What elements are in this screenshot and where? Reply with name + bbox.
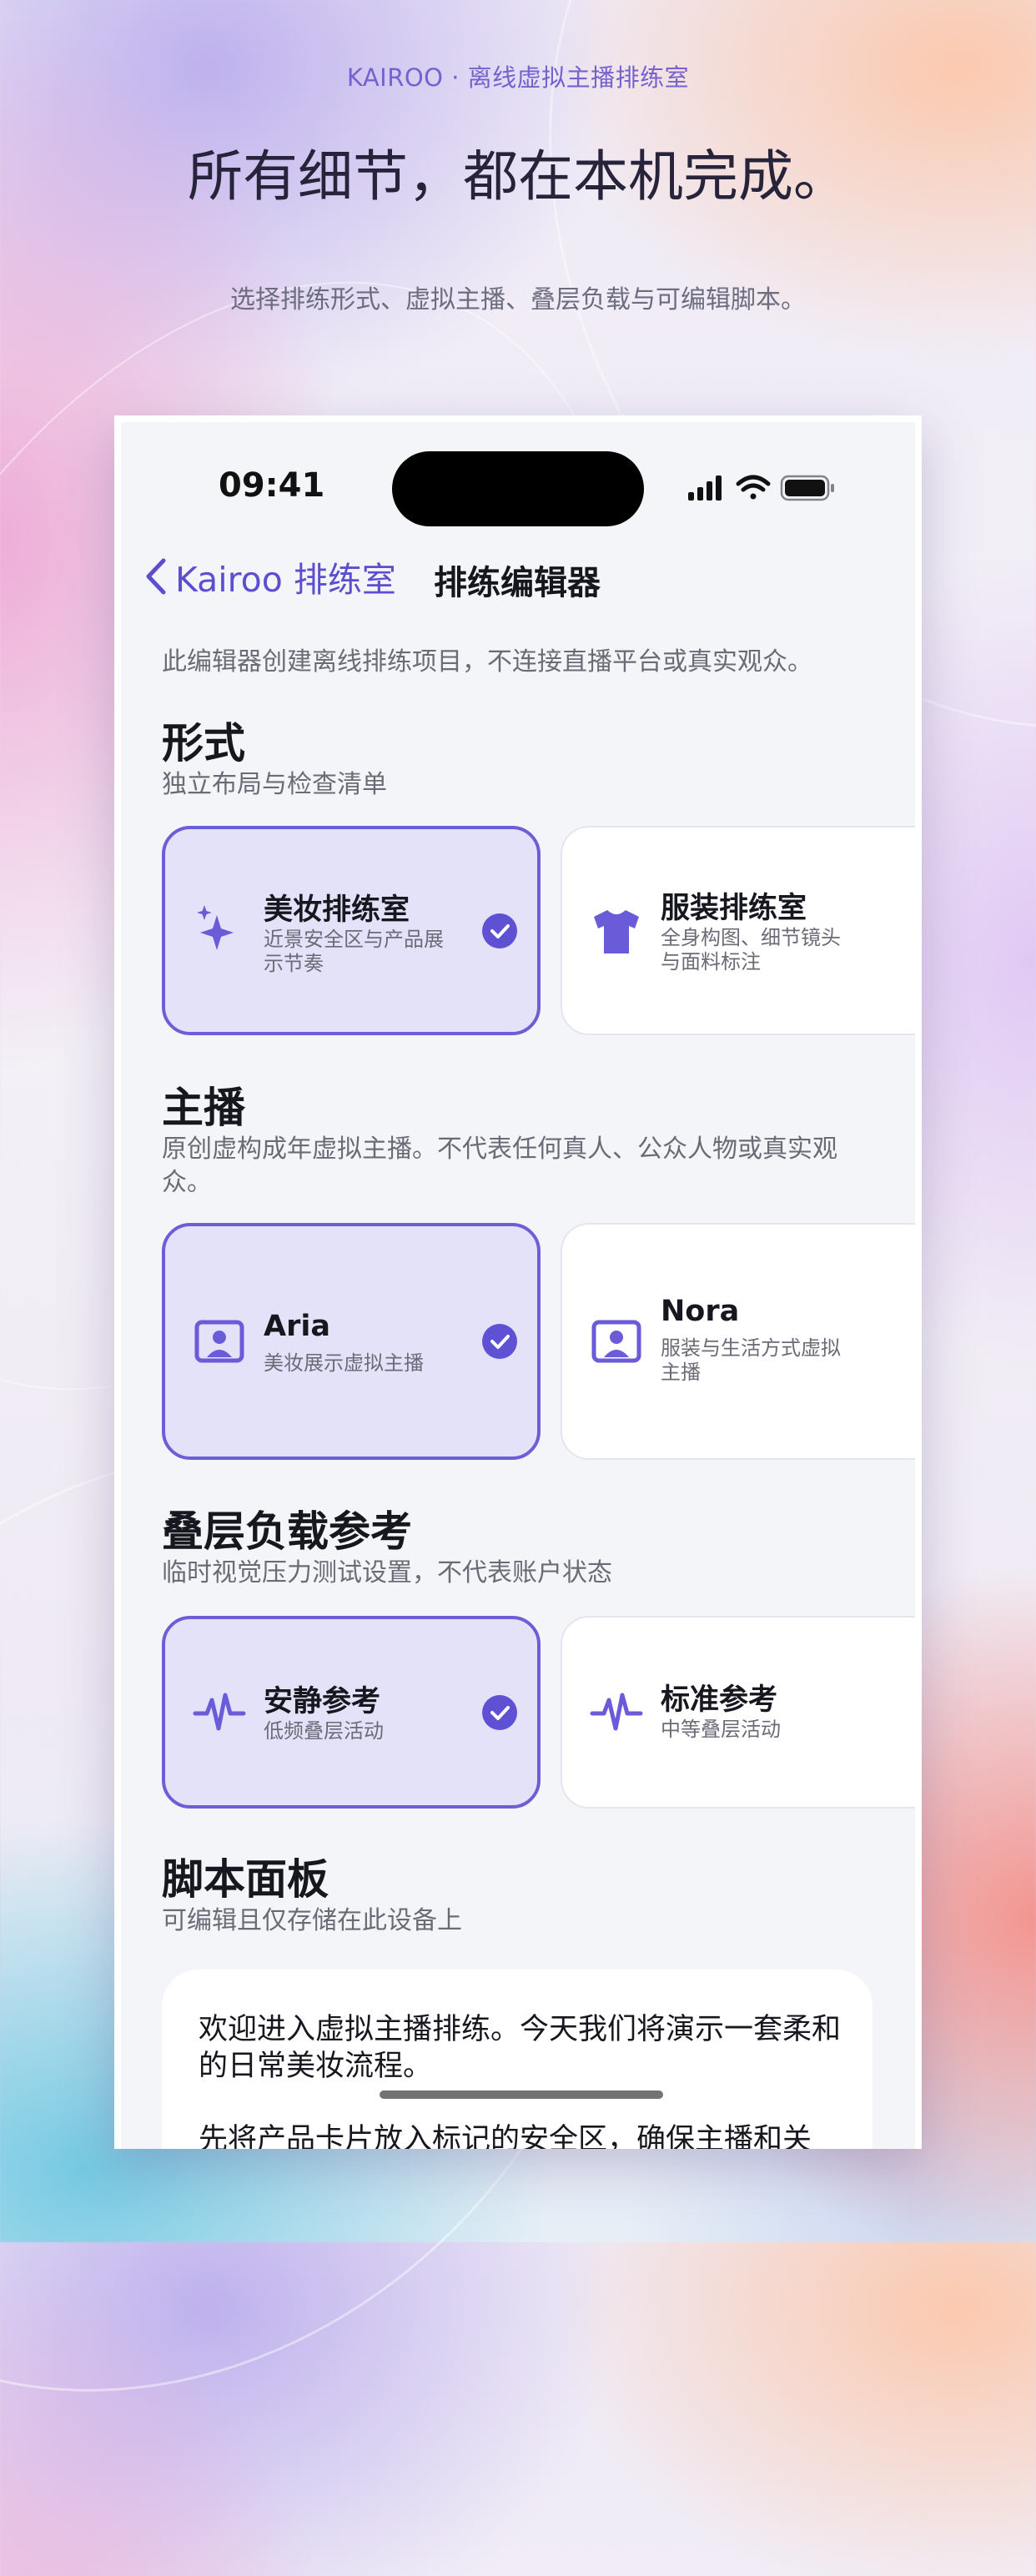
check-icon <box>482 1694 517 1730</box>
waveform-icon <box>193 1693 246 1730</box>
editor-note: 此编辑器创建离线排练项目，不连接直播平台或真实观众。 <box>162 647 812 677</box>
dynamic-island <box>392 451 644 526</box>
format-option-beauty[interactable]: 美妆排练室 近景安全区与产品展示节奏 <box>162 826 541 1035</box>
check-icon <box>482 1324 517 1359</box>
host-option-aria[interactable]: Aria 美妆展示虚拟主播 <box>162 1223 541 1460</box>
option-title: 美妆排练室 <box>264 893 410 927</box>
script-text[interactable]: 欢迎进入虚拟主播排练。今天我们将演示一套柔和的日常美妆流程。 先将产品卡片放入标… <box>199 2011 841 2149</box>
battery-icon <box>780 475 834 501</box>
overlay-option-quiet[interactable]: 安静参考 低频叠层活动 <box>162 1616 541 1809</box>
section-title-format: 形式 <box>162 719 245 767</box>
app-screen: 09:41 Kairoo 排练室 排练编辑器 此编辑器创建离线排练项目，不连接直… <box>121 422 915 2149</box>
hero-title: 所有细节，都在本机完成。 <box>188 144 848 209</box>
option-title: Aria <box>264 1310 330 1343</box>
option-title: 安静参考 <box>264 1685 381 1718</box>
sparkles-icon <box>197 904 234 950</box>
hero-brand: KAIROO · 离线虚拟主播排练室 <box>346 63 690 92</box>
section-title-overlay: 叠层负载参考 <box>162 1507 412 1556</box>
script-paragraph: 欢迎进入虚拟主播排练。今天我们将演示一套柔和的日常美妆流程。 <box>199 2013 842 2083</box>
status-icons <box>688 472 855 506</box>
portrait-icon <box>591 1320 641 1363</box>
option-desc: 美妆展示虚拟主播 <box>264 1351 424 1375</box>
overlay-option-standard[interactable]: 标准参考 中等叠层活动 <box>561 1616 915 1809</box>
check-icon <box>482 913 517 948</box>
nav-title: 排练编辑器 <box>434 564 601 602</box>
script-paragraph: 先将产品卡片放入标记的安全区，确保主播和关 <box>199 2123 812 2149</box>
host-option-nora[interactable]: Nora 服装与生活方式虚拟主播 <box>561 1223 915 1460</box>
hero-subtitle: 选择排练形式、虚拟主播、叠层负载与可编辑脚本。 <box>230 285 806 314</box>
option-desc: 中等叠层活动 <box>661 1718 781 1741</box>
option-desc: 全身构图、细节镜头与面料标注 <box>661 926 841 974</box>
waveform-icon <box>590 1693 643 1730</box>
format-option-apparel[interactable]: 服装排练室 全身构图、细节镜头与面料标注 <box>561 826 915 1035</box>
section-subtitle-format: 独立布局与检查清单 <box>162 770 387 799</box>
phone-frame: 09:41 Kairoo 排练室 排练编辑器 此编辑器创建离线排练项目，不连接直… <box>114 415 922 2149</box>
tshirt-icon <box>594 909 639 953</box>
back-button-label: Kairoo 排练室 <box>175 560 396 600</box>
option-desc: 低频叠层活动 <box>264 1719 384 1743</box>
section-title-script: 脚本面板 <box>162 1855 329 1904</box>
option-desc: 服装与生活方式虚拟主播 <box>661 1336 841 1384</box>
script-editor[interactable]: 欢迎进入虚拟主播排练。今天我们将演示一套柔和的日常美妆流程。 先将产品卡片放入标… <box>162 1970 873 2149</box>
section-subtitle-host: 原创虚构成年虚拟主播。不代表任何真人、公众人物或真实观众。 <box>162 1135 837 1197</box>
option-title: 标准参考 <box>661 1683 778 1717</box>
home-indicator[interactable] <box>380 2090 663 2099</box>
option-desc: 近景安全区与产品展示节奏 <box>264 928 444 975</box>
wifi-icon <box>736 475 771 500</box>
cellular-signal-icon <box>688 475 722 501</box>
status-time: 09:41 <box>219 466 325 505</box>
back-button[interactable]: Kairoo 排练室 <box>142 551 396 601</box>
section-title-host: 主播 <box>162 1084 245 1132</box>
option-title: Nora <box>661 1295 740 1328</box>
portrait-icon <box>194 1320 244 1363</box>
option-title: 服装排练室 <box>661 892 807 925</box>
section-subtitle-script: 可编辑且仅存储在此设备上 <box>162 1906 462 1935</box>
chevron-left-icon <box>146 558 166 595</box>
section-subtitle-overlay: 临时视觉压力测试设置，不代表账户状态 <box>162 1558 612 1587</box>
